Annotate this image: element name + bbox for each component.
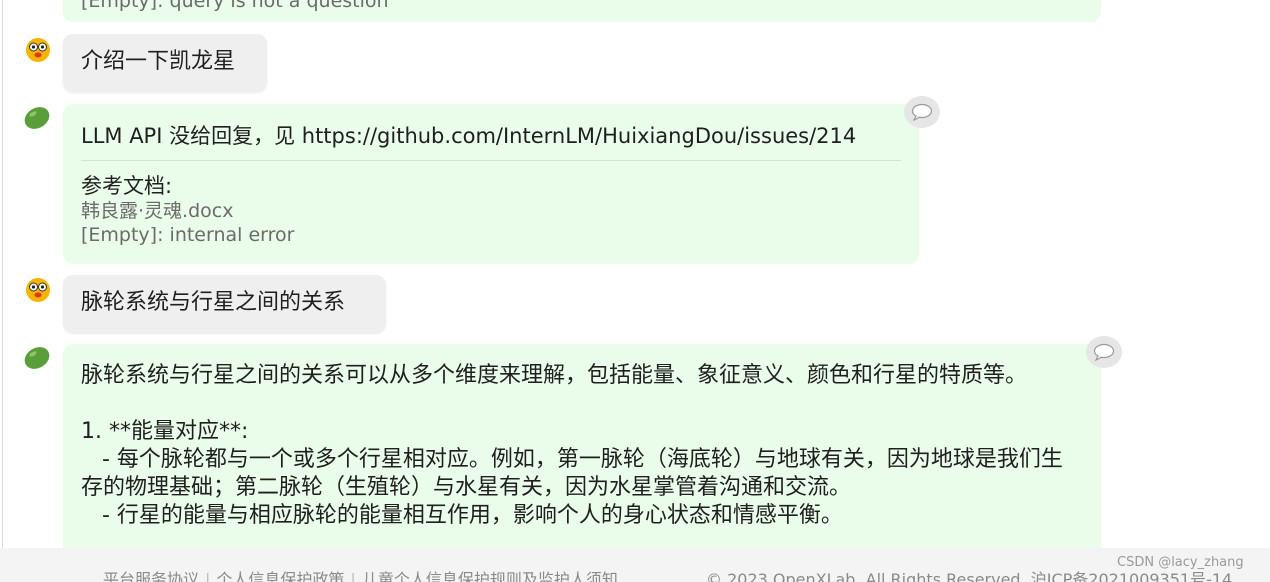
footer-separator: |	[205, 570, 211, 582]
footer-link-service-agreement[interactable]: 平台服务协议	[103, 570, 199, 582]
comment-button-1[interactable]	[904, 96, 940, 128]
footer-links: 平台服务协议 | 个人信息保护政策 | 儿童个人信息保护规则及监护人须知	[103, 566, 618, 582]
user-message-text-1: 介绍一下凯龙星	[81, 49, 236, 74]
bot-message-intro: 脉轮系统与行星之间的关系可以从多个维度来理解，包括能量、象征意义、颜色和行星的特…	[81, 363, 1028, 388]
footer-link-privacy-policy[interactable]: 个人信息保护政策	[216, 570, 344, 582]
comment-button-2[interactable]	[1086, 336, 1122, 368]
bot-message-2: 脉轮系统与行星之间的关系可以从多个维度来理解，包括能量、象征意义、颜色和行星的特…	[63, 344, 1101, 564]
bot-avatar-bean-icon	[24, 347, 50, 369]
bot-avatar-bean-icon	[24, 107, 50, 129]
reference-file: 韩良露·灵魂.docx	[81, 200, 234, 222]
footer-separator: |	[350, 570, 356, 582]
reference-title: 参考文档:	[81, 174, 173, 198]
left-divider	[2, 0, 3, 548]
reference-divider	[81, 160, 901, 161]
point-heading: 1. **能量对应**:	[81, 419, 249, 444]
bot-message-1: LLM API 没给回复，见 https://github.com/Intern…	[63, 104, 919, 264]
watermark: CSDN @lacy_zhang	[1117, 555, 1244, 570]
page-footer: 平台服务协议 | 个人信息保护政策 | 儿童个人信息保护规则及监护人须知 © 2023 …	[0, 548, 1270, 582]
user-message-2: 脉轮系统与行星之间的关系	[63, 275, 386, 333]
comment-icon	[1093, 343, 1115, 361]
partial-text: [Empty]: query is not a question	[81, 0, 389, 12]
reference-error: [Empty]: internal error	[81, 224, 295, 246]
user-avatar-emoji-icon	[26, 38, 50, 62]
point-bullet-1: - 每个脉轮都与一个或多个行星相对应。例如，第一脉轮（海底轮）与地球有关，因为地…	[81, 447, 1063, 500]
comment-icon	[911, 103, 933, 121]
bot-message-partial: [Empty]: query is not a question	[63, 0, 1101, 22]
user-avatar-emoji-icon	[26, 278, 50, 302]
footer-link-children-privacy[interactable]: 儿童个人信息保护规则及监护人须知	[362, 570, 618, 582]
user-message-text-2: 脉轮系统与行星之间的关系	[81, 290, 346, 315]
bot-message-text-1: LLM API 没给回复，见 https://github.com/Intern…	[81, 124, 857, 148]
user-message-1: 介绍一下凯龙星	[63, 34, 267, 92]
point-bullet-2: - 行星的能量与相应脉轮的能量相互作用，影响个人的身心状态和情感平衡。	[81, 503, 843, 528]
